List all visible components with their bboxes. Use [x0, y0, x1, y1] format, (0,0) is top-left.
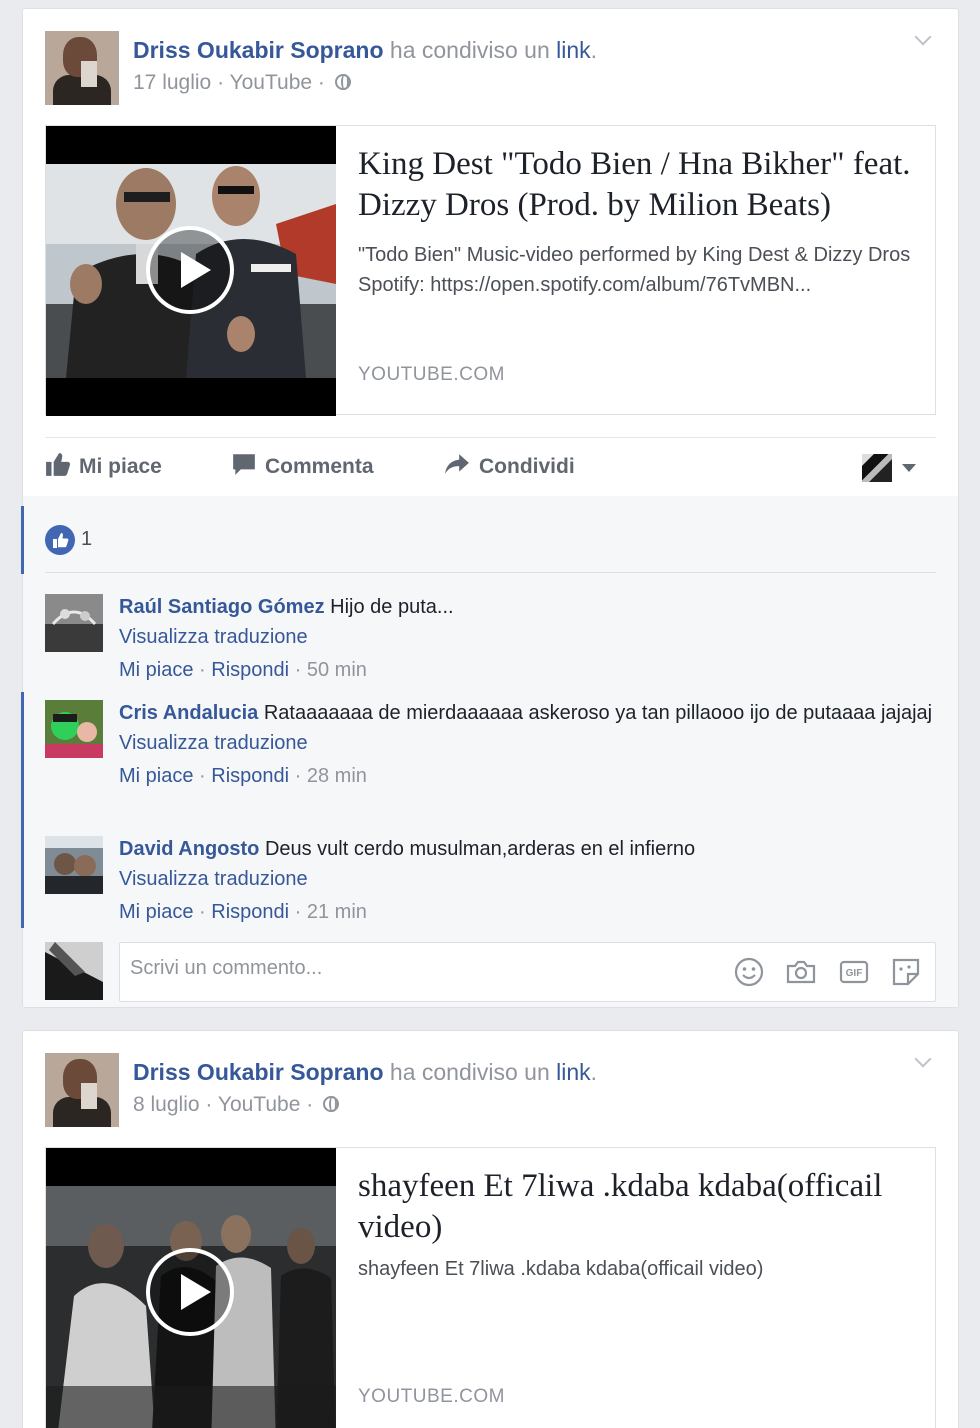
- like-reaction-icon: [45, 524, 75, 555]
- meta-separator: ·: [300, 1093, 320, 1116]
- translate-link[interactable]: Visualizza traduzione: [119, 728, 936, 758]
- play-icon[interactable]: [146, 226, 234, 314]
- sticker-icon[interactable]: [889, 955, 923, 989]
- comment-label: Commenta: [265, 455, 374, 478]
- share-icon: [445, 454, 469, 474]
- like-button[interactable]: Mi piace: [45, 450, 162, 484]
- action-bar: Mi piace Commenta Condividi: [45, 437, 936, 497]
- link-end: .: [590, 37, 598, 63]
- commenter-name[interactable]: David Angosto: [119, 838, 259, 860]
- commenter-name[interactable]: Raúl Santiago Gómez: [119, 596, 325, 618]
- comment-text: Hijo de puta...: [330, 596, 454, 618]
- shared-text: ha condiviso un: [389, 37, 550, 63]
- play-icon[interactable]: [146, 1248, 234, 1336]
- comment-text: Rataaaaaaa de mierdaaaaaa askeroso ya ta…: [263, 702, 933, 724]
- post-date[interactable]: 8 luglio: [133, 1093, 200, 1116]
- commenter-avatar[interactable]: [45, 594, 103, 652]
- comments-section: 1 Raúl Santiago Gómez Hijo de puta... Vi…: [21, 496, 958, 1007]
- link-title[interactable]: King Dest "Todo Bien / Hna Bikher" feat.…: [358, 144, 915, 226]
- feed-post: Driss Oukabir Soprano ha condiviso un li…: [21, 8, 959, 1008]
- link-word[interactable]: link: [556, 37, 591, 63]
- meta-separator: ·: [199, 1093, 218, 1116]
- author-name[interactable]: Driss Oukabir Soprano: [133, 1059, 384, 1085]
- author-avatar[interactable]: [45, 1053, 119, 1127]
- post-source[interactable]: YouTube: [218, 1093, 301, 1116]
- smiley-icon[interactable]: [732, 955, 766, 989]
- video-thumbnail[interactable]: [46, 1148, 336, 1428]
- share-button[interactable]: Condividi: [443, 450, 575, 484]
- post-header: Driss Oukabir Soprano ha condiviso un li…: [45, 31, 936, 107]
- reply-link[interactable]: Rispondi: [211, 659, 289, 681]
- post-source[interactable]: YouTube: [230, 71, 313, 94]
- feed-post: Driss Oukabir Soprano ha condiviso un li…: [22, 1030, 959, 1428]
- translate-link[interactable]: Visualizza traduzione: [119, 622, 936, 652]
- commenter-avatar[interactable]: [45, 700, 103, 758]
- comment-text: Deus vult cerdo musulman,arderas en el i…: [264, 838, 696, 860]
- video-thumbnail[interactable]: [46, 126, 336, 416]
- author-avatar[interactable]: [45, 31, 119, 105]
- author-name[interactable]: Driss Oukabir Soprano: [133, 37, 384, 63]
- translate-link[interactable]: Visualizza traduzione: [119, 864, 936, 894]
- reply-link[interactable]: Rispondi: [211, 901, 289, 923]
- post-date[interactable]: 17 luglio: [133, 71, 211, 94]
- globe-icon[interactable]: [334, 74, 351, 90]
- comment-like-link[interactable]: Mi piace: [119, 765, 193, 787]
- like-label: Mi piace: [79, 455, 162, 478]
- caret-down-icon: [902, 464, 916, 472]
- comment-icon: [233, 454, 255, 475]
- commenter-avatar[interactable]: [45, 836, 103, 894]
- comment-like-link[interactable]: Mi piace: [119, 901, 193, 923]
- comment-like-link[interactable]: Mi piace: [119, 659, 193, 681]
- camera-icon[interactable]: [784, 955, 818, 989]
- link-card[interactable]: shayfeen Et 7liwa .kdaba kdaba(officail …: [45, 1147, 936, 1428]
- like-summary[interactable]: 1: [45, 522, 92, 556]
- chevron-down-icon[interactable]: [912, 33, 936, 49]
- viewer-avatar: [45, 942, 103, 1000]
- post-header: Driss Oukabir Soprano ha condiviso un li…: [45, 1053, 936, 1129]
- comment-placeholder: Scrivi un commento...: [130, 957, 323, 979]
- like-count: 1: [81, 528, 93, 550]
- globe-icon[interactable]: [323, 1096, 340, 1112]
- link-domain: YOUTUBE.COM: [358, 364, 505, 385]
- link-end: .: [590, 1059, 598, 1085]
- share-label: Condividi: [479, 455, 575, 478]
- like-icon: [46, 453, 71, 476]
- comment-time[interactable]: 28 min: [307, 765, 367, 787]
- comment-composer: Scrivi un commento... GIF: [45, 942, 936, 1002]
- viewer-avatar: [862, 454, 892, 482]
- gif-icon[interactable]: GIF: [837, 955, 871, 989]
- comment-button[interactable]: Commenta: [231, 450, 374, 484]
- link-word[interactable]: link: [556, 1059, 591, 1085]
- meta-separator: ·: [312, 71, 331, 94]
- link-card[interactable]: King Dest "Todo Bien / Hna Bikher" feat.…: [45, 125, 936, 416]
- link-description: shayfeen Et 7liwa .kdaba kdaba(officail …: [358, 1258, 764, 1280]
- commenter-name[interactable]: Cris Andalucia: [119, 702, 258, 724]
- comment-time[interactable]: 50 min: [307, 659, 367, 681]
- link-title[interactable]: shayfeen Et 7liwa .kdaba kdaba(officail …: [358, 1166, 915, 1248]
- shared-text: ha condiviso un: [389, 1059, 550, 1085]
- svg-text:GIF: GIF: [845, 968, 862, 979]
- chevron-down-icon[interactable]: [912, 1055, 936, 1071]
- comment-time[interactable]: 21 min: [307, 901, 367, 923]
- link-description: "Todo Bien" Music-video performed by Kin…: [358, 244, 911, 296]
- post-as-selector[interactable]: [862, 452, 922, 484]
- meta-separator: ·: [211, 71, 230, 94]
- link-domain: YOUTUBE.COM: [358, 1386, 505, 1407]
- reply-link[interactable]: Rispondi: [211, 765, 289, 787]
- comment-input[interactable]: Scrivi un commento... GIF: [119, 942, 936, 1002]
